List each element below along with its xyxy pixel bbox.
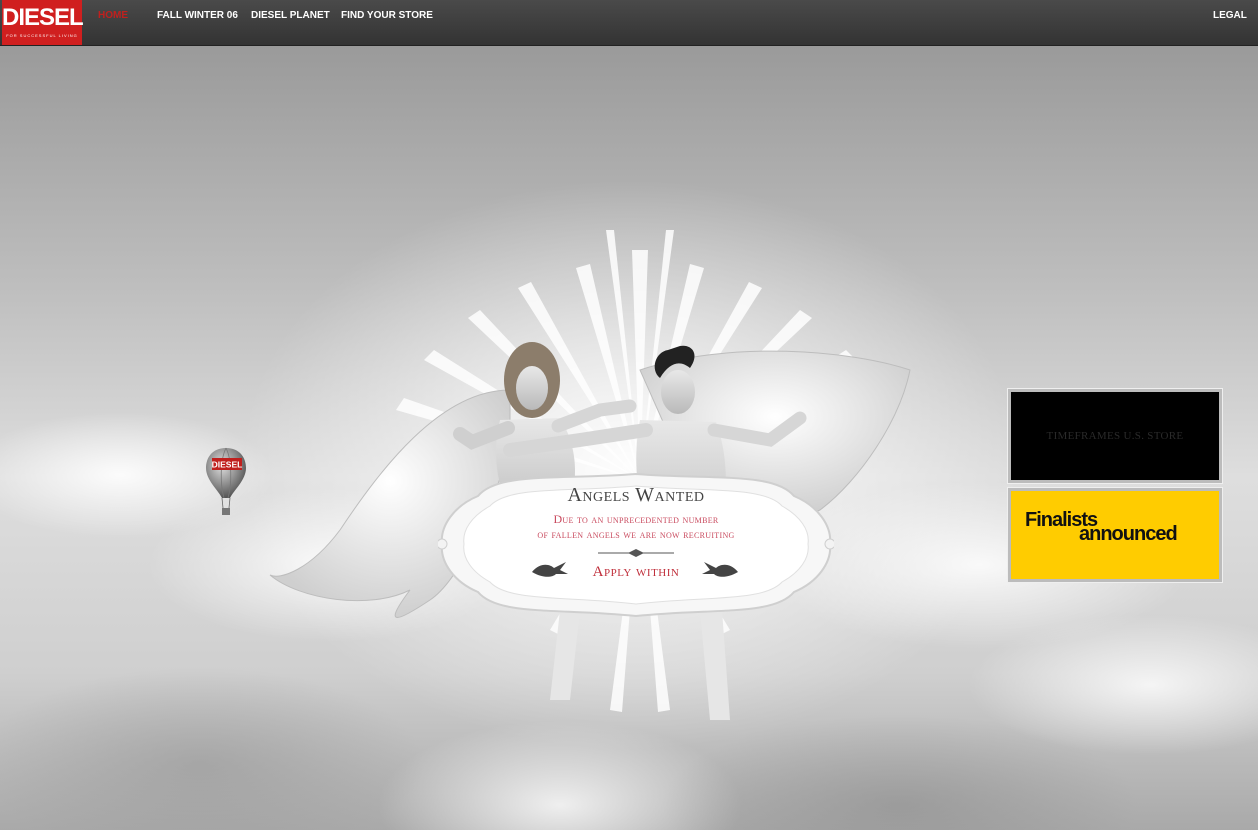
- angels-wanted-banner: Angels Wanted Due to an unprecedented nu…: [438, 466, 834, 622]
- nav-legal[interactable]: LEGAL: [1213, 10, 1247, 21]
- logo-tagline: FOR SUCCESSFUL LIVING: [6, 33, 78, 38]
- banner-text: Angels Wanted Due to an unprecedented nu…: [438, 466, 834, 622]
- store-promo-label: TIMEFRAMES U.S. STORE: [1046, 430, 1184, 442]
- nav-home[interactable]: HOME: [98, 10, 128, 21]
- swallow-left-icon: [532, 562, 568, 577]
- swallow-right-icon: [702, 562, 738, 577]
- subline-2: of fallen angels we are now recruiting: [537, 527, 735, 541]
- headline: Angels Wanted: [567, 484, 705, 506]
- logo-text: DIESEL: [2, 4, 84, 31]
- nav-find-your-store[interactable]: FIND YOUR STORE: [341, 10, 433, 21]
- apply-within-link[interactable]: Apply within: [566, 564, 706, 581]
- nav-fall-winter[interactable]: FALL WINTER 06: [157, 10, 238, 21]
- diesel-logo[interactable]: DIESEL FOR SUCCESSFUL LIVING: [2, 0, 84, 45]
- balloon-icon[interactable]: DIESEL: [204, 446, 248, 518]
- finalists-line-2: announced: [1079, 523, 1178, 545]
- nav-diesel-planet[interactable]: DIESEL PLANET: [251, 10, 330, 21]
- subline-1: Due to an unprecedented number: [553, 512, 719, 526]
- finalists-announced-promo[interactable]: Finalists announced: [1008, 488, 1222, 582]
- balloon-label: DIESEL: [212, 460, 243, 470]
- top-nav: DIESEL FOR SUCCESSFUL LIVING HOME FALL W…: [0, 0, 1258, 46]
- timeframes-store-promo[interactable]: TIMEFRAMES U.S. STORE: [1008, 389, 1222, 483]
- ornament-divider-icon: [598, 549, 674, 557]
